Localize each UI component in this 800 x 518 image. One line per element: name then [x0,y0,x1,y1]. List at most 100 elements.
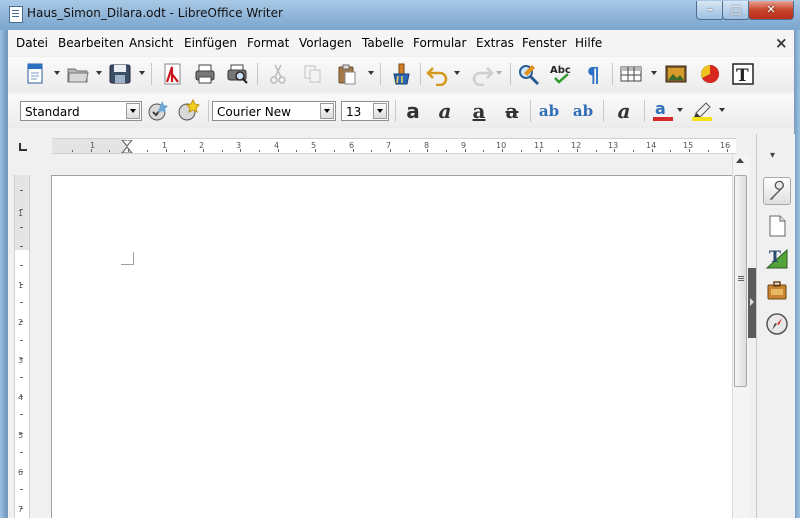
update-style-icon[interactable] [146,99,170,123]
ruler-tick [539,149,541,152]
strikethrough-icon[interactable]: a [500,100,524,124]
ruler-tick [109,150,111,152]
ruler-tick [352,149,354,152]
save-dropdown-arrow[interactable] [139,71,145,75]
clear-formatting-icon[interactable]: a [612,100,636,124]
gallery-icon[interactable] [765,278,789,302]
highlight-color-icon[interactable] [690,99,714,123]
insert-textbox-icon[interactable]: T [731,62,755,86]
menu-datei[interactable]: Datei [16,36,48,50]
ruler-tick [483,150,485,152]
sidebar-collapse-handle[interactable] [748,268,756,338]
ruler-tick [651,149,653,152]
new-document-icon[interactable] [23,62,47,86]
ruler-tick [20,246,23,248]
copy-icon[interactable] [301,62,325,86]
find-replace-icon[interactable] [516,62,540,86]
properties-icon[interactable] [763,177,791,205]
paste-dropdown-arrow[interactable] [368,71,374,75]
new-style-icon[interactable] [176,98,200,123]
close-window-button[interactable]: ✕ [748,1,794,20]
menu-bar: Datei Bearbeiten Ansicht Einfügen Format… [8,30,794,56]
tab-stop-type-icon[interactable] [19,143,27,151]
indent-marker-icon[interactable] [121,140,133,153]
menu-bearbeiten[interactable]: Bearbeiten [58,36,124,50]
bold-icon[interactable]: a [401,100,425,124]
scrollbar-thumb[interactable] [734,175,747,387]
page-icon[interactable] [765,214,789,238]
menu-ansicht[interactable]: Ansicht [129,36,173,50]
spelling-icon[interactable]: Abc [549,62,573,86]
save-icon[interactable] [108,62,132,86]
document-page[interactable] [51,175,734,518]
redo-dropdown-arrow[interactable] [496,71,502,75]
sidebar-menu-icon[interactable]: ▾ [770,150,775,161]
redo-icon[interactable] [470,62,494,87]
scroll-up-icon[interactable] [736,158,744,163]
menu-hilfe[interactable]: Hilfe [575,36,602,50]
paragraph-style-combo[interactable]: Standard [20,101,142,121]
horizontal-ruler[interactable]: 1 1 2 3 4 5 6 7 8 9 10 11 12 13 14 15 16 [52,138,736,154]
clone-formatting-icon[interactable] [389,62,413,86]
ruler-tick [72,150,73,152]
formatting-marks-icon[interactable]: ¶ [583,62,607,87]
table-dropdown-arrow[interactable] [651,71,657,75]
ruler-tick [259,150,260,152]
vertical-ruler[interactable]: 1 1 2 3 4 5 6 7 [14,175,30,518]
ruler-tick [726,149,728,152]
underline-icon[interactable]: a [467,100,491,124]
subscript-icon[interactable]: ab [571,100,595,124]
ruler-tick [20,433,23,435]
font-name-combo[interactable]: Courier New [212,101,336,121]
ruler-tick [20,190,23,191]
print-preview-icon[interactable] [226,62,250,86]
chevron-down-icon[interactable] [320,103,334,119]
undo-icon[interactable] [426,62,450,87]
open-dropdown-arrow[interactable] [96,71,102,75]
cut-icon[interactable] [266,62,290,86]
text-boundary-mark [121,252,134,265]
new-dropdown-arrow[interactable] [54,71,60,75]
insert-chart-icon[interactable] [698,62,722,86]
highlight-dropdown-arrow[interactable] [719,108,725,112]
vertical-scrollbar[interactable] [732,155,749,518]
chevron-down-icon[interactable] [126,103,140,119]
chevron-down-icon[interactable] [373,103,387,119]
menu-fenster[interactable]: Fenster [522,36,567,50]
toolbar-separator [612,63,613,85]
superscript-icon[interactable]: ab [537,100,561,124]
toolbar-separator [151,63,152,85]
menu-einfuegen[interactable]: Einfügen [184,36,237,50]
close-document-button[interactable]: × [775,34,788,52]
ruler-tick [20,377,23,378]
svg-text:¶: ¶ [587,63,600,86]
menu-format[interactable]: Format [247,36,289,50]
export-pdf-icon[interactable] [160,62,184,86]
insert-table-icon[interactable] [619,62,643,86]
title-bar: Haus_Simon_Dilara.odt - LibreOffice Writ… [0,0,800,30]
ruler-tick [20,358,23,360]
paste-icon[interactable] [335,62,359,86]
styles-icon[interactable]: T [765,246,789,270]
ruler-tick [408,150,410,152]
paragraph-style-value: Standard [25,105,80,119]
font-color-icon[interactable]: a [651,99,675,123]
print-icon[interactable] [193,62,217,86]
undo-dropdown-arrow[interactable] [454,71,460,75]
menu-extras[interactable]: Extras [476,36,514,50]
navigator-icon[interactable] [765,312,789,336]
ruler-tick [614,149,616,152]
maximize-button[interactable]: □ [722,1,750,20]
insert-image-icon[interactable] [664,62,688,86]
menu-formular[interactable]: Formular [413,36,466,50]
ruler-tick [146,150,148,152]
open-folder-icon[interactable] [66,62,90,86]
minimize-button[interactable]: – [696,1,724,20]
font-size-combo[interactable]: 13 [341,101,389,121]
font-color-dropdown-arrow[interactable] [677,108,683,112]
ruler-tick [20,227,23,229]
menu-tabelle[interactable]: Tabelle [362,36,404,50]
italic-icon[interactable]: a [433,100,457,124]
menu-vorlagen[interactable]: Vorlagen [299,36,352,50]
svg-text:T: T [736,66,749,86]
